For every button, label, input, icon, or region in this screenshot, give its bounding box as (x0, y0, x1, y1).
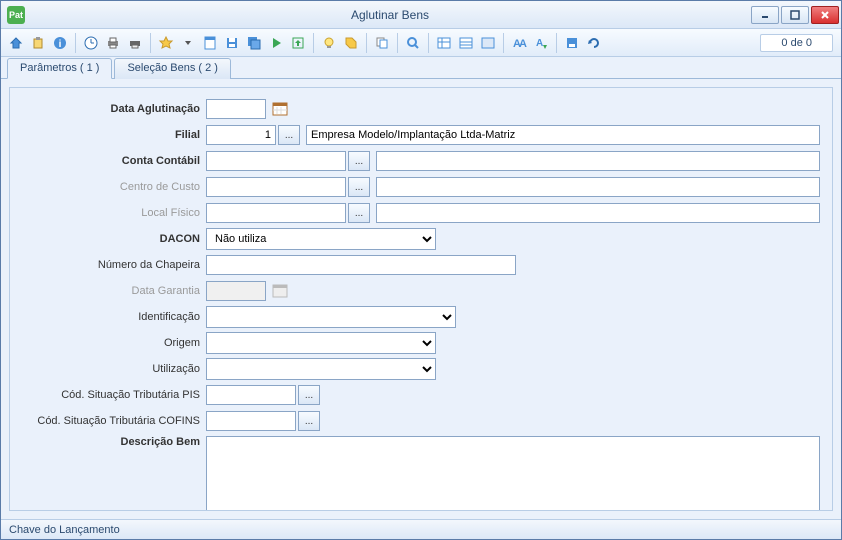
select-utilizacao[interactable] (206, 358, 436, 380)
play-icon[interactable] (265, 32, 287, 54)
refresh-icon[interactable] (583, 32, 605, 54)
favorite-icon[interactable] (155, 32, 177, 54)
input-filial-code[interactable] (206, 125, 276, 145)
select-dacon[interactable]: Não utiliza (206, 228, 436, 250)
calendar-icon[interactable] (270, 100, 290, 118)
label-cod-pis: Cód. Situação Tributária PIS (16, 389, 206, 401)
calendar-garantia-icon (270, 282, 290, 300)
titlebar: Pat Aglutinar Bens (1, 1, 841, 29)
home-icon[interactable] (5, 32, 27, 54)
printer-icon[interactable] (102, 32, 124, 54)
save2-icon[interactable] (561, 32, 583, 54)
findnext-icon[interactable]: A (530, 32, 552, 54)
input-num-chapeira[interactable] (206, 255, 516, 275)
input-local-code[interactable] (206, 203, 346, 223)
close-button[interactable] (811, 6, 839, 24)
lookup-filial-button[interactable]: ... (278, 125, 300, 145)
grid3-icon[interactable] (477, 32, 499, 54)
svg-text:A: A (519, 38, 527, 50)
label-conta-contabil: Conta Contábil (16, 155, 206, 167)
maximize-button[interactable] (781, 6, 809, 24)
select-origem[interactable] (206, 332, 436, 354)
print-icon[interactable] (124, 32, 146, 54)
input-conta-code[interactable] (206, 151, 346, 171)
info-icon[interactable]: i (49, 32, 71, 54)
lookup-cofins-button[interactable]: ... (298, 411, 320, 431)
app-icon: Pat (7, 6, 25, 24)
toolbar: i AA A 0 de 0 (1, 29, 841, 57)
dropdown-icon[interactable] (177, 32, 199, 54)
paste-icon[interactable] (27, 32, 49, 54)
tab-parametros[interactable]: Parâmetros ( 1 ) (7, 58, 112, 79)
grid2-icon[interactable] (455, 32, 477, 54)
saveall-icon[interactable] (243, 32, 265, 54)
input-filial-desc[interactable] (306, 125, 820, 145)
window-title: Aglutinar Bens (31, 8, 749, 22)
record-pager: 0 de 0 (760, 34, 833, 52)
select-identificacao[interactable] (206, 306, 456, 328)
lookup-centro-button[interactable]: ... (348, 177, 370, 197)
label-origem: Origem (16, 337, 206, 349)
form-panel: Data Aglutinação Filial ... Conta Contáb… (9, 87, 833, 511)
label-utilizacao: Utilização (16, 363, 206, 375)
label-data-aglutinacao: Data Aglutinação (16, 103, 206, 115)
export-icon[interactable] (287, 32, 309, 54)
svg-text:i: i (59, 39, 62, 50)
input-cod-pis[interactable] (206, 385, 296, 405)
input-data-aglutinacao[interactable] (206, 99, 266, 119)
textarea-descricao[interactable] (206, 436, 820, 511)
label-descricao: Descrição Bem (16, 436, 206, 448)
svg-text:A: A (536, 38, 543, 49)
input-conta-desc[interactable] (376, 151, 820, 171)
label-cod-cofins: Cód. Situação Tributária COFINS (16, 415, 206, 427)
save-icon[interactable] (221, 32, 243, 54)
label-filial: Filial (16, 129, 206, 141)
input-local-desc[interactable] (376, 203, 820, 223)
file1-icon[interactable] (199, 32, 221, 54)
tab-strip: Parâmetros ( 1 ) Seleção Bens ( 2 ) (1, 57, 841, 79)
input-data-garantia (206, 281, 266, 301)
input-cod-cofins[interactable] (206, 411, 296, 431)
statusbar: Chave do Lançamento (1, 519, 841, 539)
label-identificacao: Identificação (16, 311, 206, 323)
tab-selecao-bens[interactable]: Seleção Bens ( 2 ) (114, 58, 231, 79)
copy-icon[interactable] (371, 32, 393, 54)
find-icon[interactable]: AA (508, 32, 530, 54)
lookup-conta-button[interactable]: ... (348, 151, 370, 171)
content-area: Data Aglutinação Filial ... Conta Contáb… (1, 79, 841, 519)
zoom-icon[interactable] (402, 32, 424, 54)
app-window: Pat Aglutinar Bens i (0, 0, 842, 540)
label-num-chapeira: Número da Chapeira (16, 259, 206, 271)
status-text: Chave do Lançamento (9, 524, 120, 536)
clock-icon[interactable] (80, 32, 102, 54)
lookup-local-button[interactable]: ... (348, 203, 370, 223)
label-centro-custo: Centro de Custo (16, 181, 206, 193)
light-icon[interactable] (318, 32, 340, 54)
input-centro-code[interactable] (206, 177, 346, 197)
input-centro-desc[interactable] (376, 177, 820, 197)
lookup-pis-button[interactable]: ... (298, 385, 320, 405)
label-data-garantia: Data Garantia (16, 285, 206, 297)
grid1-icon[interactable] (433, 32, 455, 54)
window-buttons (749, 6, 839, 24)
tag-icon[interactable] (340, 32, 362, 54)
minimize-button[interactable] (751, 6, 779, 24)
label-local-fisico: Local Físico (16, 207, 206, 219)
label-dacon: DACON (16, 233, 206, 245)
